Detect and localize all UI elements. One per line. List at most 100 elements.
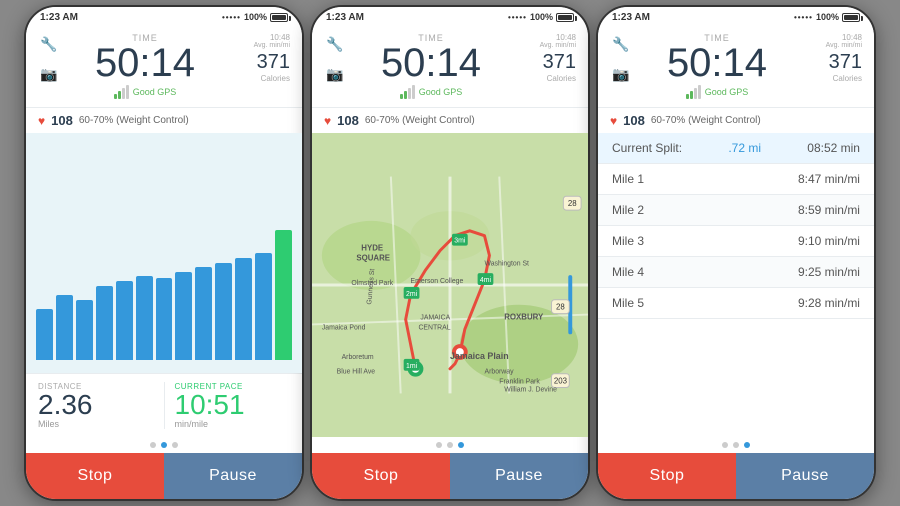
svg-text:28: 28: [568, 199, 577, 208]
cal-value-1: 371: [230, 51, 290, 74]
split-row-0: Current Split: .72 mi 08:52 min: [598, 133, 874, 164]
battery-text-2: 100%: [530, 12, 553, 22]
status-icons-1: ••••• 100%: [222, 12, 288, 22]
split-row-1: Mile 1 8:47 min/mi: [598, 164, 874, 195]
dot-3-3[interactable]: [744, 442, 750, 448]
status-bar-3: 1:23 AM ••••• 100%: [598, 7, 874, 27]
big-time-3: 50:14: [640, 43, 794, 83]
hr-number-3: 108: [623, 113, 645, 128]
chart-bar-4: [116, 281, 133, 360]
split-pace-0: 08:52 min: [807, 141, 860, 155]
dot-1-3[interactable]: [172, 442, 178, 448]
split-row-5: Mile 5 9:28 min/mi: [598, 288, 874, 319]
page-dots-1: [26, 437, 302, 453]
split-name-5: Mile 5: [612, 296, 644, 310]
battery-icon-2: [556, 13, 574, 22]
chart-bar-10: [235, 258, 252, 360]
wrench-icon-2[interactable]: 🔧: [324, 33, 346, 55]
chart-content-1: [26, 133, 302, 373]
bars-area-1: [36, 225, 292, 365]
dot-2-2[interactable]: [447, 442, 453, 448]
dot-3-2[interactable]: [733, 442, 739, 448]
phone-header-3: 🔧 📷 TIME 50:14 Good GPS: [598, 27, 874, 107]
left-icons-2: 🔧 📷: [324, 33, 346, 85]
status-icons-2: ••••• 100%: [508, 12, 574, 22]
stop-button-2[interactable]: Stop: [312, 453, 450, 499]
signal-dots-1: •••••: [222, 13, 241, 22]
wrench-icon-3[interactable]: 🔧: [610, 33, 632, 55]
gps-text-2: Good GPS: [419, 87, 463, 97]
header-right-1: 10:48 Avg. min/mi 371 Calories: [230, 33, 290, 83]
svg-text:203: 203: [554, 377, 568, 386]
split-name-4: Mile 4: [612, 265, 644, 279]
stop-button-3[interactable]: Stop: [598, 453, 736, 499]
dot-1-1[interactable]: [150, 442, 156, 448]
gps-text-1: Good GPS: [133, 87, 177, 97]
gps-bar-3-3: [694, 88, 697, 99]
cal-label-1: Calories: [230, 74, 290, 83]
stats-row-1: DISTANCE 2.36 Miles CURRENT PACE 10:51 m…: [26, 373, 302, 437]
avg-unit-2: Avg. min/mi: [516, 42, 576, 49]
wrench-icon-1[interactable]: 🔧: [38, 33, 60, 55]
chart-container-1: [26, 133, 302, 373]
hr-zone-2: 60-70% (Weight Control): [365, 115, 475, 126]
left-icons-3: 🔧 📷: [610, 33, 632, 85]
svg-text:Blue Hill Ave: Blue Hill Ave: [337, 369, 376, 376]
camera-icon-2[interactable]: 📷: [324, 63, 346, 85]
status-bar-2: 1:23 AM ••••• 100%: [312, 7, 588, 27]
heart-icon-1: ♥: [38, 114, 45, 128]
camera-icon-3[interactable]: 📷: [610, 63, 632, 85]
splits-list: Current Split: .72 mi 08:52 min Mile 1 8…: [598, 133, 874, 437]
cal-value-2: 371: [516, 51, 576, 74]
phone-header-2: 🔧 📷 TIME 50:14 Good GPS: [312, 27, 588, 107]
svg-text:1mi: 1mi: [406, 363, 418, 370]
distance-block-1: DISTANCE 2.36 Miles: [38, 382, 154, 429]
avg-label-2: 10:48: [516, 33, 576, 42]
dot-2-1[interactable]: [436, 442, 442, 448]
pause-button-2[interactable]: Pause: [450, 453, 588, 499]
gps-text-3: Good GPS: [705, 87, 749, 97]
chart-bar-2: [76, 300, 93, 360]
hr-zone-1: 60-70% (Weight Control): [79, 115, 189, 126]
svg-text:Jamaica Pond: Jamaica Pond: [322, 324, 366, 331]
map-content-2[interactable]: 2mi 3mi 4mi 1mi HYDE SQUARE JAMAICA CENT…: [312, 133, 588, 437]
heart-bar-2: ♥ 108 60-70% (Weight Control): [312, 107, 588, 133]
dot-2-3[interactable]: [458, 442, 464, 448]
distance-value-1: 2.36: [38, 391, 154, 419]
chart-bar-1: [56, 295, 73, 360]
gps-row-2: Good GPS: [354, 85, 508, 99]
stop-button-1[interactable]: Stop: [26, 453, 164, 499]
heart-icon-3: ♥: [610, 114, 617, 128]
dot-1-2[interactable]: [161, 442, 167, 448]
avg-unit-3: Avg. min/mi: [802, 42, 862, 49]
page-dots-3: [598, 437, 874, 453]
gps-bar-3: [122, 88, 125, 99]
camera-icon-1[interactable]: 📷: [38, 63, 60, 85]
gps-row-3: Good GPS: [640, 85, 794, 99]
hr-zone-3: 60-70% (Weight Control): [651, 115, 761, 126]
split-pace-5: 9:28 min/mi: [798, 296, 860, 310]
avg-unit-1: Avg. min/mi: [230, 42, 290, 49]
split-pace-4: 9:25 min/mi: [798, 265, 860, 279]
svg-text:ROXBURY: ROXBURY: [504, 313, 544, 322]
dot-3-1[interactable]: [722, 442, 728, 448]
cal-label-3: Calories: [802, 74, 862, 83]
split-dist-0: .72 mi: [728, 141, 761, 155]
pace-block-1: CURRENT PACE 10:51 min/mile: [175, 382, 291, 429]
map-container-2[interactable]: 2mi 3mi 4mi 1mi HYDE SQUARE JAMAICA CENT…: [312, 133, 588, 437]
gps-bar-2-1: [400, 94, 403, 99]
chart-bar-6: [156, 278, 173, 360]
gps-row-1: Good GPS: [68, 85, 222, 99]
split-row-2: Mile 2 8:59 min/mi: [598, 195, 874, 226]
svg-text:JAMAICA: JAMAICA: [420, 315, 450, 322]
chart-bar-0: [36, 309, 53, 360]
heart-bar-3: ♥ 108 60-70% (Weight Control): [598, 107, 874, 133]
stat-divider-1: [164, 382, 165, 429]
pace-unit-1: min/mile: [175, 419, 291, 429]
svg-text:2mi: 2mi: [406, 291, 418, 298]
splits-content-3: Current Split: .72 mi 08:52 min Mile 1 8…: [598, 133, 874, 437]
gps-bar-3-2: [690, 91, 693, 99]
map-svg: 2mi 3mi 4mi 1mi HYDE SQUARE JAMAICA CENT…: [312, 133, 588, 437]
pause-button-3[interactable]: Pause: [736, 453, 874, 499]
pause-button-1[interactable]: Pause: [164, 453, 302, 499]
